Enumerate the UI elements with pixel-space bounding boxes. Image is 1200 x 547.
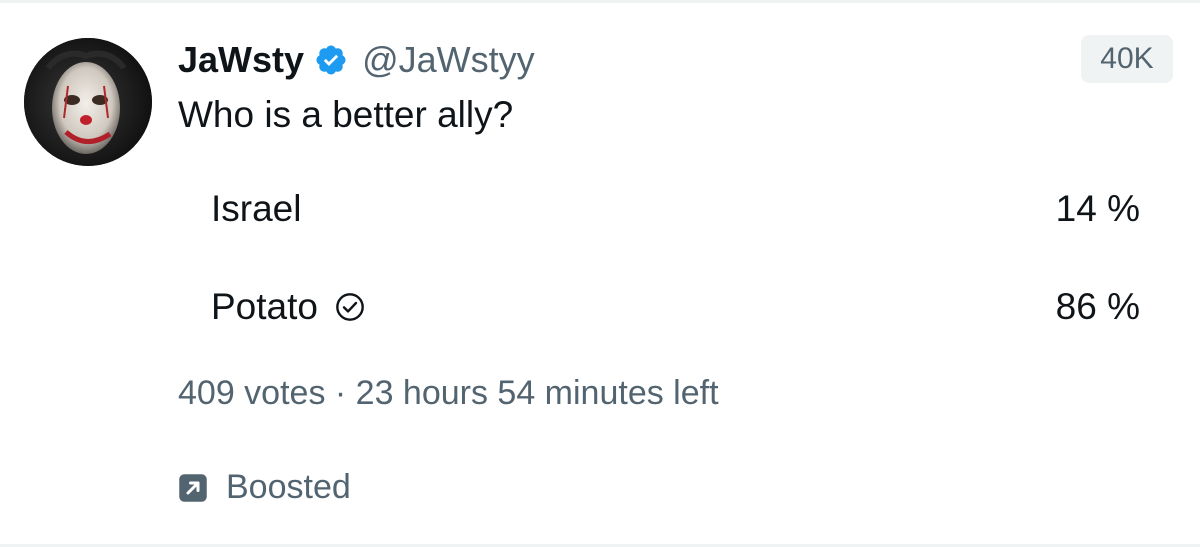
poll-meta: 409 votes · 23 hours 54 minutes left	[178, 374, 719, 412]
poll-option-label-text: Potato	[211, 286, 318, 327]
boosted-label: Boosted	[226, 468, 351, 506]
views-count-badge[interactable]: 40K	[1081, 35, 1173, 83]
poll-option-percent: 86 %	[1055, 286, 1140, 327]
poll-option-label: Israel	[211, 188, 301, 230]
boosted-arrow-icon	[178, 473, 208, 503]
clown-face-icon	[24, 38, 152, 166]
check-circle-icon	[334, 291, 366, 323]
author-display-name[interactable]: JaWsty	[178, 39, 304, 81]
boosted-indicator[interactable]: Boosted	[178, 468, 351, 507]
author-handle[interactable]: @JaWstyy	[362, 39, 535, 81]
tweet-text: Who is a better ally?	[178, 94, 514, 135]
top-divider	[0, 0, 1200, 3]
tweet-header: JaWsty @JaWstyy	[178, 38, 535, 82]
poll-option-israel: Israel 14 %	[178, 182, 1140, 238]
poll-option-label: Potato	[211, 286, 366, 328]
poll-option-label-text: Israel	[211, 188, 302, 229]
verified-badge-icon	[314, 43, 348, 77]
poll-option-percent: 14 %	[1055, 188, 1140, 229]
poll-option-potato: Potato 86 %	[178, 280, 1140, 336]
avatar[interactable]	[24, 38, 152, 166]
